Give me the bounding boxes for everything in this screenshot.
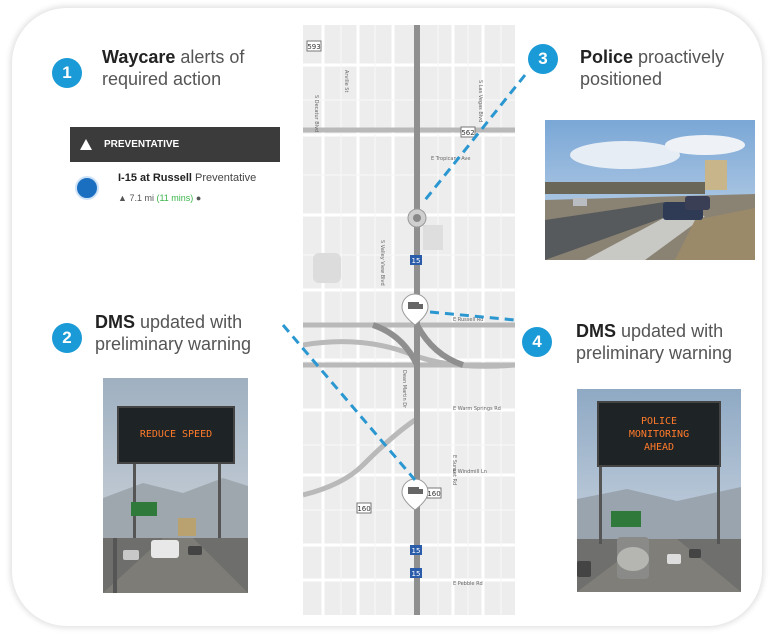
step-3-badge: 3 xyxy=(528,44,558,74)
alert-type: Preventative xyxy=(191,172,257,184)
hwy-shield-15a: 15 xyxy=(412,257,421,265)
street-label-dean-martin: Dean Martin Dr xyxy=(401,370,407,409)
map[interactable]: 593 562 15 15 15 160 160 S Decatur Blvd … xyxy=(303,25,515,615)
step-1-badge: 1 xyxy=(52,58,82,88)
street-label-russell: E Russell Rd xyxy=(453,317,483,323)
street-label-warm-springs: E Warm Springs Rd xyxy=(453,406,501,412)
step-3-rest2: positioned xyxy=(580,69,663,89)
step-4-rest1: updated with xyxy=(616,321,724,341)
dms-sign-2-line2: MONITORING xyxy=(628,429,690,440)
dms-sign-2-line3: AHEAD xyxy=(643,442,675,453)
street-label-las-vegas: S Las Vegas Blvd xyxy=(477,80,483,122)
street-label-windmill: E Windmill Ln xyxy=(453,469,487,475)
map-graphic: 593 562 15 15 15 160 160 S Decatur Blvd … xyxy=(303,25,515,615)
dms-sign-2-line1: POLICE xyxy=(640,416,678,427)
alert-card[interactable]: I-15 at Russell Preventative ▲ 7.1 mi (1… xyxy=(70,162,280,212)
step-2-rest2: preliminary warning xyxy=(95,334,252,354)
step-3-rest1: proactively xyxy=(633,47,725,67)
step-2-bold: DMS xyxy=(95,312,135,332)
step-2-rest1: updated with xyxy=(135,312,243,332)
alert-title: I-15 at Russell Preventative xyxy=(118,172,256,184)
car-icon: ▲ xyxy=(118,193,127,203)
hwy-shield-562: 562 xyxy=(461,129,474,137)
step-2-badge: 2 xyxy=(52,323,82,353)
police-pin-icon[interactable] xyxy=(407,208,427,228)
step-4-badge: 4 xyxy=(522,327,552,357)
map-pin-icon xyxy=(75,176,99,200)
step-4-text: DMS updated with preliminary warning xyxy=(576,320,732,364)
dms-photo-2: POLICE MONITORING AHEAD xyxy=(577,389,741,592)
alert-subtitle: ▲ 7.1 mi (11 mins) ● xyxy=(118,193,201,203)
police-photo xyxy=(545,120,755,260)
step-4-bold: DMS xyxy=(576,321,616,341)
street-label-decatur: S Decatur Blvd xyxy=(313,95,319,132)
hwy-shield-15b: 15 xyxy=(412,547,421,555)
step-3-text: Police proactively positioned xyxy=(580,46,724,90)
hwy-shield-15c: 15 xyxy=(412,570,421,578)
hwy-shield-593: 593 xyxy=(307,43,320,51)
step-3-bold: Police xyxy=(580,47,634,67)
clock-icon: ● xyxy=(195,193,202,203)
dms-photo-1: REDUCE SPEED xyxy=(103,378,248,593)
alert-header-bar: PREVENTATIVE xyxy=(70,127,280,162)
street-label-valley-view: S Valley View Blvd xyxy=(379,240,385,286)
hwy-shield-160b: 160 xyxy=(357,505,370,513)
step-1-rest1: alerts of xyxy=(175,47,245,67)
dms-sign-2: POLICE MONITORING AHEAD xyxy=(597,401,721,467)
alert-location: I-15 at Russell xyxy=(118,172,192,184)
street-label-tropicana: E Tropicana Ave xyxy=(431,156,470,162)
hwy-shield-160a: 160 xyxy=(427,490,440,498)
step-4-rest2: preliminary warning xyxy=(576,343,733,363)
alert-distance: 7.1 mi xyxy=(129,193,154,203)
step-1-bold: Waycare xyxy=(102,47,176,67)
dms-sign-1: REDUCE SPEED xyxy=(117,406,235,464)
step-1-rest2: required action xyxy=(102,69,222,89)
alert-header-label: PREVENTATIVE xyxy=(104,139,180,150)
warning-icon xyxy=(80,139,92,150)
street-label-arville: Arville St xyxy=(343,70,349,92)
street-label-sunset: E Sunset Rd xyxy=(451,455,457,485)
street-label-pebble: E Pebble Rd xyxy=(453,581,483,587)
step-1-text: Waycare alerts of required action xyxy=(102,46,244,90)
alert-eta: (11 mins) xyxy=(156,193,194,203)
step-2-text: DMS updated with preliminary warning xyxy=(95,311,251,355)
